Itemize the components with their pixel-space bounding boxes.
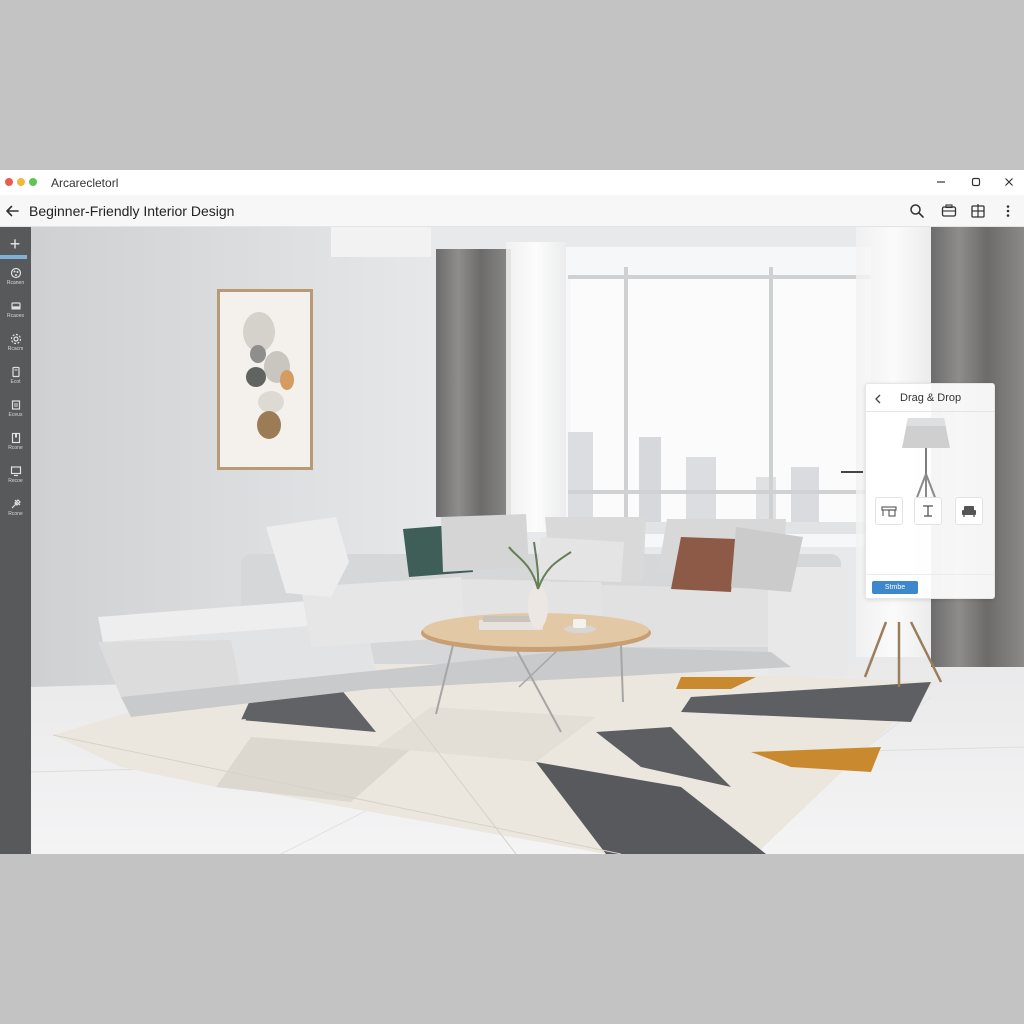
panel-footer-divider <box>866 574 994 575</box>
palette-icon <box>10 267 21 279</box>
sidebar-item-label: Rcone <box>8 511 23 517</box>
toolbar: Beginner-Friendly Interior Design <box>0 195 1024 227</box>
sidebar-item-label: Ecot <box>10 379 21 385</box>
sidebar: + Rcanen Rcaoes Rcacm Ecot Eceus Rcone R… <box>0 227 31 854</box>
city-skyline <box>568 432 593 527</box>
panel-title: Drag & Drop <box>900 392 962 404</box>
floor-lamp-icon[interactable] <box>896 414 956 502</box>
window <box>566 247 871 547</box>
close-dot-icon[interactable] <box>5 178 13 186</box>
book-icon <box>11 366 20 378</box>
bookmark-icon <box>11 432 20 444</box>
apply-button[interactable]: Stmbe <box>872 581 918 594</box>
cushion-grey-1 <box>441 514 529 572</box>
layers-icon[interactable] <box>969 202 987 220</box>
sofa-icon <box>10 302 21 310</box>
close-icon[interactable] <box>1000 173 1018 191</box>
sidebar-item-label: Rcanen <box>6 280 25 286</box>
arrow-left-icon[interactable] <box>3 202 21 220</box>
minimize-dot-icon[interactable] <box>17 178 25 186</box>
zoom-dot-icon[interactable] <box>29 178 37 186</box>
title-bar: Arcarecletorl <box>0 170 1024 195</box>
cushion-light <box>536 537 624 582</box>
armchair-icon[interactable] <box>955 497 983 525</box>
document-icon <box>11 400 20 410</box>
app-window: Arcarecletorl Beginner-Friendly Interior… <box>0 170 1024 854</box>
cushion-rust <box>671 537 736 592</box>
cushion-grey-4 <box>731 527 803 592</box>
sidebar-item-sofa[interactable]: Rcaoes <box>0 300 31 330</box>
vase <box>528 585 548 629</box>
maximize-icon[interactable] <box>967 173 985 191</box>
sidebar-item-label: Rcaoes <box>7 313 24 319</box>
chevron-left-icon[interactable] <box>872 392 884 406</box>
left-sheer <box>506 242 566 532</box>
desk-icon[interactable] <box>875 497 903 525</box>
minimize-icon[interactable] <box>932 173 950 191</box>
sidebar-item-bookmark[interactable]: Rcone <box>0 432 31 462</box>
sidebar-item-label: Eceus <box>8 412 23 418</box>
plus-icon[interactable]: + <box>5 234 25 254</box>
more-vertical-icon[interactable] <box>999 202 1017 220</box>
sidebar-item-label: Recoe <box>8 478 23 484</box>
sidebar-item-label: Rcone <box>8 445 23 451</box>
sidebar-item-label: Rcacm <box>7 346 24 352</box>
sidebar-item-tools[interactable]: Rcone <box>0 498 31 528</box>
monitor-icon <box>10 466 21 477</box>
page-title: Beginner-Friendly Interior Design <box>29 203 235 219</box>
settings-icon <box>10 333 21 345</box>
left-curtain <box>436 249 511 517</box>
sidebar-item-book[interactable]: Ecot <box>0 366 31 396</box>
camera-icon[interactable] <box>940 202 958 220</box>
sidebar-item-monitor[interactable]: Recoe <box>0 465 31 495</box>
sidebar-item-settings[interactable]: Rcacm <box>0 333 31 363</box>
panel-divider <box>866 411 994 412</box>
tools-icon <box>11 499 21 509</box>
side-table-icon[interactable] <box>914 497 942 525</box>
sidebar-item-palette[interactable]: Rcanen <box>0 267 31 297</box>
sidebar-item-document[interactable]: Eceus <box>0 399 31 429</box>
search-icon[interactable] <box>908 202 926 220</box>
app-name: Arcarecletorl <box>51 176 119 190</box>
active-indicator <box>0 255 27 259</box>
drag-drop-panel: Drag & Drop Stmbe <box>865 383 995 599</box>
wall-art <box>217 289 313 470</box>
